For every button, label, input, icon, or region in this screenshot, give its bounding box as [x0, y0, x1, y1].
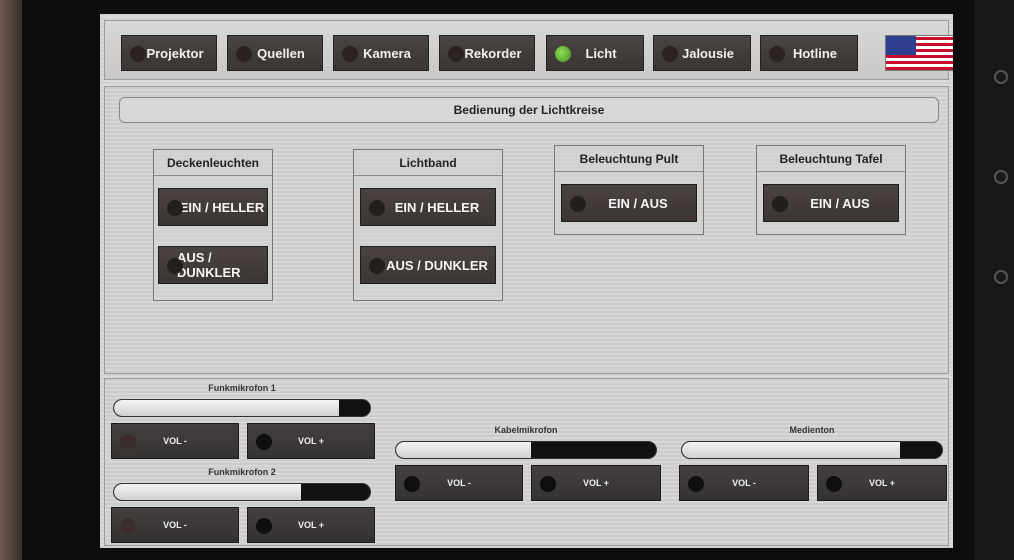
button-label: VOL - [732, 478, 756, 488]
light-group-beleuchtung-tafel: Beleuchtung Tafel EIN / AUS [756, 145, 906, 235]
button-label: EIN / HELLER [394, 199, 480, 215]
volume-level-fill [114, 400, 340, 416]
vol-minus-button[interactable]: VOL - [395, 465, 523, 501]
button-label: VOL + [297, 520, 325, 530]
volume-meter[interactable] [681, 441, 943, 459]
nav-button-label: Kamera [363, 45, 411, 61]
nav-button-label: Licht [585, 45, 617, 61]
button-label: VOL + [297, 436, 325, 446]
us-flag-icon[interactable] [885, 35, 953, 71]
light-group-beleuchtung-pult: Beleuchtung Pult EIN / AUS [554, 145, 704, 235]
nav-button-label: Projektor [146, 45, 204, 61]
status-led-icon [662, 46, 678, 62]
nav-button-label: Jalousie [681, 45, 735, 61]
channel-label: Funkmikrofon 1 [208, 383, 276, 393]
button-label: AUS / DUNKLER [386, 257, 488, 273]
status-led-icon [769, 46, 785, 62]
vol-plus-button[interactable]: VOL + [247, 423, 375, 459]
button-label: VOL + [868, 478, 896, 488]
status-led-icon [236, 46, 252, 62]
nav-button-projektor[interactable]: Projektor [121, 35, 217, 71]
channel-label: Kabelmikrofon [494, 425, 558, 435]
volume-meter[interactable] [113, 483, 371, 501]
status-led-icon [570, 196, 586, 212]
button-label: VOL + [582, 478, 610, 488]
ein-heller-button[interactable]: EIN / HELLER [158, 188, 268, 226]
ein-aus-button[interactable]: EIN / AUS [763, 184, 899, 222]
tablet-side-bezel [974, 0, 1014, 560]
channel-label: Funkmikrofon 2 [208, 467, 276, 477]
nav-button-kamera[interactable]: Kamera [333, 35, 429, 71]
group-title: Beleuchtung Tafel [757, 146, 905, 172]
button-label: VOL - [163, 520, 187, 530]
channel-label: Medienton [789, 425, 835, 435]
audio-control-panel: Funkmikrofon 1 VOL - VOL + Funkmikrofon … [104, 378, 949, 546]
status-led-icon [369, 258, 385, 274]
nav-button-label: Quellen [257, 45, 305, 61]
nav-button-label: Hotline [792, 45, 838, 61]
top-nav-bar: Projektor Quellen Kamera Rekorder Licht … [104, 20, 953, 80]
nav-button-licht[interactable]: Licht [546, 35, 644, 71]
nav-button-rekorder[interactable]: Rekorder [439, 35, 535, 71]
panel-title: Bedienung der Lichtkreise [119, 97, 939, 123]
volume-level-fill [682, 442, 901, 458]
nav-button-hotline[interactable]: Hotline [760, 35, 858, 71]
nav-button-quellen[interactable]: Quellen [227, 35, 323, 71]
nav-button-label: Rekorder [464, 45, 522, 61]
vol-minus-button[interactable]: VOL - [679, 465, 809, 501]
vol-plus-button[interactable]: VOL + [817, 465, 947, 501]
button-label: EIN / AUS [608, 195, 668, 211]
vol-plus-button[interactable]: VOL + [247, 507, 375, 543]
status-led-icon [120, 518, 136, 534]
light-group-lichtband: Lichtband EIN / HELLER AUS / DUNKLER [353, 149, 503, 301]
button-label: VOL - [163, 436, 187, 446]
status-led-icon [404, 476, 420, 492]
volume-level-fill [114, 484, 301, 500]
status-led-icon [342, 46, 358, 62]
ein-aus-button[interactable]: EIN / AUS [561, 184, 697, 222]
status-led-icon [826, 476, 842, 492]
volume-meter[interactable] [113, 399, 371, 417]
status-led-icon [256, 434, 272, 450]
group-title: Beleuchtung Pult [555, 146, 703, 172]
status-led-icon [540, 476, 556, 492]
status-led-icon [167, 200, 183, 216]
hardware-button-icon[interactable] [994, 170, 1008, 184]
touch-panel-screen: Projektor Quellen Kamera Rekorder Licht … [100, 14, 953, 548]
group-title: Lichtband [354, 150, 502, 176]
status-led-icon [130, 46, 146, 62]
status-led-icon [448, 46, 464, 62]
group-title: Deckenleuchten [154, 150, 272, 176]
status-led-icon [167, 258, 183, 274]
light-control-panel: Bedienung der Lichtkreise Deckenleuchten… [104, 86, 949, 374]
aus-dunkler-button[interactable]: AUS / DUNKLER [158, 246, 268, 284]
status-led-icon [120, 434, 136, 450]
hardware-button-icon[interactable] [994, 270, 1008, 284]
button-label: EIN / AUS [810, 195, 870, 211]
flag-canton [886, 36, 916, 55]
nav-button-jalousie[interactable]: Jalousie [653, 35, 751, 71]
ein-heller-button[interactable]: EIN / HELLER [360, 188, 496, 226]
status-led-icon [369, 200, 385, 216]
vol-minus-button[interactable]: VOL - [111, 507, 239, 543]
vol-minus-button[interactable]: VOL - [111, 423, 239, 459]
vol-plus-button[interactable]: VOL + [531, 465, 661, 501]
status-led-active-icon [555, 46, 571, 62]
status-led-icon [688, 476, 704, 492]
status-led-icon [256, 518, 272, 534]
light-group-deckenleuchten: Deckenleuchten EIN / HELLER AUS / DUNKLE… [153, 149, 273, 301]
background-wall [0, 0, 22, 560]
button-label: VOL - [447, 478, 471, 488]
status-led-icon [772, 196, 788, 212]
volume-level-fill [396, 442, 532, 458]
aus-dunkler-button[interactable]: AUS / DUNKLER [360, 246, 496, 284]
hardware-button-icon[interactable] [994, 70, 1008, 84]
volume-meter[interactable] [395, 441, 657, 459]
